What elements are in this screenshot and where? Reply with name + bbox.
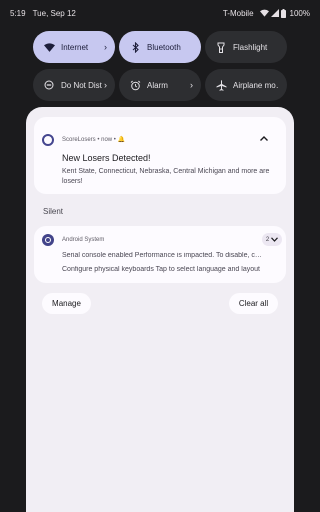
tile-label: Airplane mo… — [233, 80, 279, 90]
chevron-right-icon: › — [104, 42, 107, 52]
airplane-icon — [215, 79, 227, 91]
status-bar: 5:19 Tue, Sep 12 T-Mobile 100% — [0, 0, 320, 26]
collapse-button[interactable] — [258, 132, 270, 144]
notification-android-system[interactable]: Android System 2 Serial console enabled … — [34, 226, 286, 283]
notification-text: Kent State, Connecticut, Nebraska, Centr… — [62, 168, 270, 185]
bluetooth-icon — [129, 41, 141, 53]
battery-icon — [280, 8, 286, 18]
battery-percent: 100% — [289, 8, 310, 18]
notification-line: Configure physical keyboards Tap to sele… — [62, 266, 260, 273]
notification-count: 2 — [265, 236, 270, 243]
expand-count-button[interactable]: 2 — [262, 233, 282, 246]
notification-title: New Losers Detected! — [62, 153, 151, 163]
tile-label: Flashlight — [233, 42, 268, 52]
do-not-disturb-icon — [43, 79, 55, 91]
quick-settings: Internet › Bluetooth Flashlight Do Not D… — [33, 31, 287, 101]
notification-panel: ScoreLosers • now • 🔔 New Losers Detecte… — [26, 107, 294, 512]
notification-scorelosers[interactable]: ScoreLosers • now • 🔔 New Losers Detecte… — [34, 117, 286, 194]
tile-do-not-disturb[interactable]: Do Not Dist… › — [33, 69, 115, 101]
tile-flashlight[interactable]: Flashlight — [205, 31, 287, 63]
tile-label: Do Not Dist… — [61, 80, 102, 90]
chevron-right-icon: › — [104, 80, 107, 90]
flashlight-icon — [215, 41, 227, 53]
chevron-up-icon — [260, 135, 268, 141]
manage-button[interactable]: Manage — [42, 293, 91, 314]
tile-bluetooth[interactable]: Bluetooth — [119, 31, 201, 63]
clear-all-button[interactable]: Clear all — [229, 293, 278, 314]
wifi-icon — [43, 41, 55, 53]
tile-airplane-mode[interactable]: Airplane mo… — [205, 69, 287, 101]
tile-label: Alarm — [147, 80, 168, 90]
status-date: Tue, Sep 12 — [32, 8, 76, 18]
tile-alarm[interactable]: Alarm › — [119, 69, 201, 101]
signal-icon — [270, 9, 279, 17]
tile-label: Bluetooth — [147, 42, 181, 52]
tile-internet[interactable]: Internet › — [33, 31, 115, 63]
notification-app-name: Android System — [62, 237, 105, 243]
tile-label: Internet — [61, 42, 89, 52]
notification-line: Serial console enabled Performance is im… — [62, 252, 262, 259]
chevron-down-icon — [271, 237, 279, 242]
app-icon — [42, 134, 54, 146]
android-system-icon — [42, 234, 54, 246]
silent-section-header: Silent — [43, 207, 64, 216]
alarm-icon — [129, 79, 141, 91]
notification-app-line: ScoreLosers • now • 🔔 — [62, 137, 126, 143]
status-carrier: T-Mobile — [222, 8, 254, 18]
chevron-right-icon: › — [190, 80, 193, 90]
status-time: 5:19 — [10, 8, 26, 18]
wifi-icon — [259, 9, 269, 17]
